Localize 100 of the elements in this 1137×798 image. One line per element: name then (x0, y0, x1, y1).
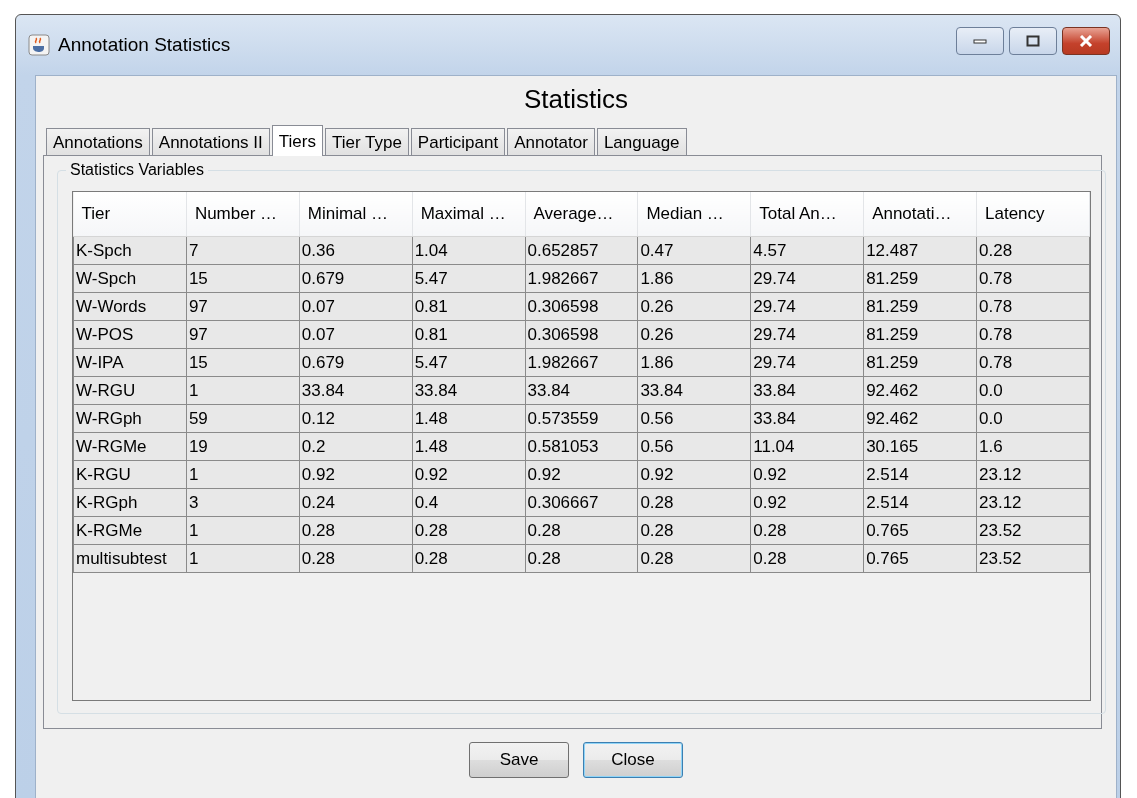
table-cell: 0.306598 (525, 320, 638, 349)
table-cell: 15 (186, 348, 300, 377)
tab[interactable]: Annotations II (151, 128, 270, 155)
table-cell: 81.259 (863, 348, 977, 377)
table-cell: W-IPA (73, 348, 187, 377)
table-cell: K-RGMe (73, 516, 187, 545)
tab[interactable]: Annotations (46, 128, 150, 155)
table-cell: K-RGph (73, 488, 187, 517)
table-cell: 97 (186, 292, 300, 321)
table-cell: 0.78 (976, 292, 1090, 321)
table-cell: 0.28 (299, 544, 413, 573)
table-cell: 59 (186, 404, 300, 433)
table-cell: W-RGU (73, 376, 187, 405)
table-cell: 33.84 (750, 376, 864, 405)
table-cell: 0.28 (976, 236, 1090, 265)
table-cell: 0.92 (750, 460, 864, 489)
close-icon (1078, 35, 1094, 47)
table-cell: 0.26 (637, 292, 751, 321)
table-cell: 1.48 (412, 432, 525, 461)
table-cell: 0.92 (637, 460, 751, 489)
table-cell: 1.6 (976, 432, 1090, 461)
table-cell: 0.306667 (525, 488, 638, 517)
table-cell: 0.28 (525, 544, 638, 573)
table-cell: 0.652857 (525, 236, 638, 265)
table-cell: multisubtest (73, 544, 187, 573)
table-cell: 0.92 (412, 460, 525, 489)
column-header[interactable]: Maximal … (412, 192, 525, 237)
table-cell: W-Spch (73, 264, 187, 293)
table-cell: 0.28 (412, 516, 525, 545)
close-window-button[interactable] (1062, 27, 1110, 55)
tab[interactable]: Participant (410, 128, 506, 155)
table-cell: W-RGMe (73, 432, 187, 461)
minimize-button[interactable] (956, 27, 1004, 55)
tab[interactable]: Annotator (507, 128, 595, 155)
table-cell: 33.84 (525, 376, 638, 405)
table-cell: 81.259 (863, 320, 977, 349)
table-cell: 81.259 (863, 292, 977, 321)
table-cell: 1.04 (412, 236, 525, 265)
table-cell: 33.84 (750, 404, 864, 433)
column-header[interactable]: Tier (73, 192, 187, 237)
table-cell: 0.28 (412, 544, 525, 573)
table-cell: 1.982667 (525, 264, 638, 293)
table-cell: 4.57 (750, 236, 864, 265)
column-header[interactable]: Total An… (750, 192, 864, 237)
table-cell: 11.04 (750, 432, 864, 461)
table-cell: 30.165 (863, 432, 977, 461)
table-cell: 1.86 (637, 264, 751, 293)
column-header[interactable]: Average… (525, 192, 638, 237)
table-cell: 0.28 (525, 516, 638, 545)
column-header[interactable]: Minimal … (299, 192, 413, 237)
table-cell: 0.679 (299, 264, 413, 293)
table-cell: 0.679 (299, 348, 413, 377)
tab[interactable]: Tiers (271, 125, 323, 156)
dialog-button[interactable]: Save (469, 742, 569, 778)
table-cell: 0.81 (412, 292, 525, 321)
table-cell: 1.982667 (525, 348, 638, 377)
table-cell: 0.78 (976, 348, 1090, 377)
column-header[interactable]: Number … (186, 192, 300, 237)
column-header[interactable]: Annotati… (863, 192, 977, 237)
table-cell: 1 (186, 516, 300, 545)
window-title: Annotation Statistics (58, 34, 232, 56)
tab[interactable]: Tier Type (324, 128, 409, 155)
table-cell: 19 (186, 432, 300, 461)
coffee-cup-icon (28, 34, 50, 56)
column-header[interactable]: Median … (637, 192, 751, 237)
table-cell: 0.581053 (525, 432, 638, 461)
dialog-heading: Statistics (523, 83, 629, 116)
table-cell: 0.28 (637, 488, 751, 517)
table-cell: W-RGph (73, 404, 187, 433)
table-cell: 0.78 (976, 320, 1090, 349)
table-cell: 1 (186, 376, 300, 405)
table-cell: 0.07 (299, 292, 413, 321)
table-cell: 33.84 (412, 376, 525, 405)
table-cell: 29.74 (750, 292, 864, 321)
maximize-icon (1026, 35, 1040, 47)
table-cell: K-RGU (73, 460, 187, 489)
table-cell: 97 (186, 320, 300, 349)
table-cell: 1.86 (637, 348, 751, 377)
table-cell: W-Words (73, 292, 187, 321)
table-cell: 33.84 (299, 376, 413, 405)
table-cell: 0.92 (299, 460, 413, 489)
table-cell: 0.92 (750, 488, 864, 517)
table-cell: 0.56 (637, 404, 751, 433)
table-cell: 23.12 (976, 460, 1090, 489)
table-cell: 0.0 (976, 404, 1090, 433)
table-cell: 29.74 (750, 320, 864, 349)
table-cell: 0.28 (750, 544, 864, 573)
table-cell: 0.765 (863, 516, 977, 545)
table-cell: 0.47 (637, 236, 751, 265)
dialog-button[interactable]: Close (583, 742, 683, 778)
table-cell: 0.36 (299, 236, 413, 265)
tab[interactable]: Language (596, 128, 687, 155)
maximize-button[interactable] (1009, 27, 1057, 55)
table-cell: 23.12 (976, 488, 1090, 517)
table-cell: 0.07 (299, 320, 413, 349)
minimize-icon (973, 38, 987, 44)
table-cell: 5.47 (412, 264, 525, 293)
table-cell: 1.48 (412, 404, 525, 433)
table-cell: 0.81 (412, 320, 525, 349)
column-header[interactable]: Latency (976, 192, 1090, 237)
